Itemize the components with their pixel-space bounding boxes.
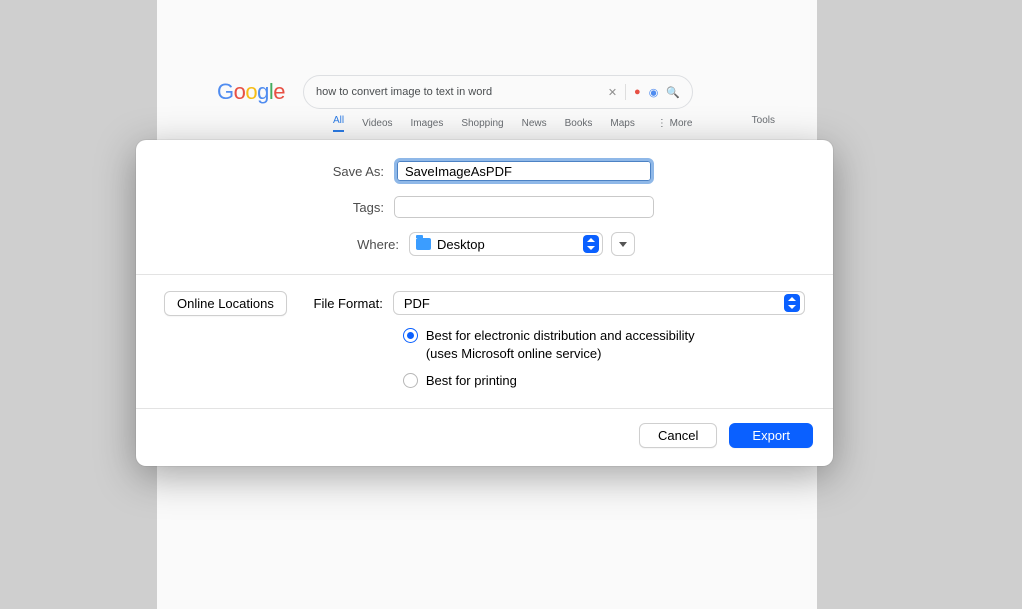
search-bar: how to convert image to text in word ✕ ●… [303, 75, 693, 109]
cancel-button[interactable]: Cancel [639, 423, 717, 448]
radio-accessibility-label: Best for electronic distribution and acc… [426, 327, 695, 362]
chevron-down-icon [619, 242, 627, 247]
updown-stepper-icon [583, 235, 599, 253]
folder-icon [416, 238, 431, 250]
file-format-value: PDF [404, 296, 784, 311]
nav-maps: Maps [610, 118, 634, 129]
online-locations-button[interactable]: Online Locations [164, 291, 287, 316]
save-as-label: Save As: [164, 164, 394, 179]
file-format-label: File Format: [307, 296, 393, 311]
nav-all: All [333, 115, 344, 132]
file-format-select[interactable]: PDF [393, 291, 805, 315]
google-logo: Google [217, 79, 285, 105]
nav-shopping: Shopping [461, 118, 503, 129]
radio-icon [403, 328, 418, 343]
nav-books: Books [565, 118, 593, 129]
where-label: Where: [164, 237, 409, 252]
search-icon: 🔍 [666, 86, 680, 99]
clear-icon: ✕ [608, 86, 617, 99]
nav-images: Images [411, 118, 444, 129]
updown-stepper-icon [784, 294, 800, 312]
radio-icon [403, 373, 418, 388]
tags-input[interactable] [394, 196, 654, 218]
mic-icon: ● [634, 86, 641, 98]
search-nav: All Videos Images Shopping News Books Ma… [333, 115, 692, 132]
export-sheet: Save As: Tags: Where: Desktop Online Loc… [136, 140, 833, 466]
radio-printing[interactable]: Best for printing [403, 372, 805, 390]
nav-news: News [522, 118, 547, 129]
search-query: how to convert image to text in word [316, 86, 600, 98]
where-select[interactable]: Desktop [409, 232, 603, 256]
tags-label: Tags: [164, 200, 394, 215]
radio-accessibility[interactable]: Best for electronic distribution and acc… [403, 327, 805, 362]
nav-videos: Videos [362, 118, 392, 129]
lens-icon: ◉ [649, 86, 659, 99]
save-as-input[interactable] [394, 158, 654, 184]
expand-location-button[interactable] [611, 232, 635, 256]
export-button[interactable]: Export [729, 423, 813, 448]
nav-tools: Tools [752, 115, 775, 126]
radio-printing-label: Best for printing [426, 372, 517, 390]
nav-more: ⋮ More [657, 118, 693, 129]
where-value: Desktop [437, 237, 577, 252]
